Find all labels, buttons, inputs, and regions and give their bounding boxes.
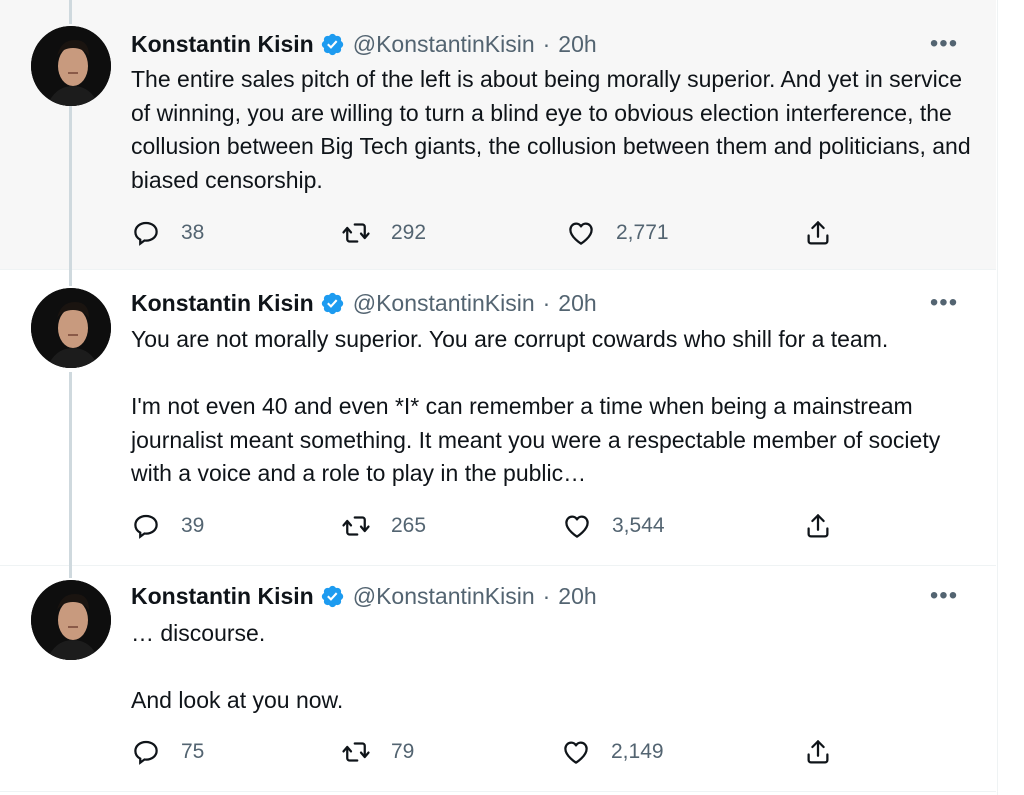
tweet-paragraph: I'm not even 40 and even *I* can remembe… (131, 393, 941, 486)
share-button[interactable] (803, 737, 833, 767)
reply-button[interactable]: 39 (131, 511, 204, 541)
reply-count: 38 (181, 221, 205, 244)
share-button[interactable] (803, 511, 833, 541)
share-button[interactable] (803, 218, 833, 248)
retweet-count: 79 (391, 740, 415, 763)
tweet-1[interactable]: Konstantin Kisin @KonstantinKisin · 20h … (0, 0, 996, 270)
like-button[interactable]: 2,149 (561, 737, 664, 767)
retweet-button[interactable]: 265 (341, 511, 426, 541)
author-name[interactable]: Konstantin Kisin (131, 290, 314, 317)
like-button[interactable]: 3,544 (562, 511, 665, 541)
retweet-button[interactable]: 292 (341, 218, 426, 248)
reply-button[interactable]: 75 (131, 737, 204, 767)
thread-connector (69, 372, 72, 566)
tweet-actions: 75 79 2,149 (131, 737, 851, 767)
tweet-paragraph: … discourse. (131, 620, 266, 646)
like-count: 2,771 (616, 221, 669, 244)
tweet-text: … discourse. And look at you now. (131, 617, 981, 718)
share-icon (803, 511, 833, 541)
tweet-header: Konstantin Kisin @KonstantinKisin · 20h (131, 29, 597, 59)
thread-connector (69, 270, 72, 286)
tweet-actions: 39 265 3,544 (131, 511, 851, 541)
timeline-border (997, 0, 998, 795)
more-icon[interactable]: ••• (926, 32, 962, 64)
retweet-icon (341, 218, 371, 248)
separator-dot: · (542, 582, 551, 609)
thread-connector (69, 106, 72, 270)
reply-icon (131, 737, 161, 767)
tweet-header: Konstantin Kisin @KonstantinKisin · 20h (131, 581, 597, 611)
avatar[interactable] (31, 26, 111, 106)
retweet-count: 292 (391, 221, 427, 244)
tweet-time[interactable]: 20h (558, 31, 596, 58)
more-icon[interactable]: ••• (926, 291, 962, 323)
avatar[interactable] (31, 288, 111, 368)
tweet-actions: 38 292 2,771 (131, 218, 851, 248)
author-name[interactable]: Konstantin Kisin (131, 583, 314, 610)
verified-badge-icon (320, 32, 345, 57)
tweet-time[interactable]: 20h (558, 290, 596, 317)
tweet-3[interactable]: Konstantin Kisin @KonstantinKisin · 20h … (0, 566, 996, 792)
avatar[interactable] (31, 580, 111, 660)
retweet-icon (341, 511, 371, 541)
tweet-paragraph: And look at you now. (131, 687, 344, 713)
tweet-paragraph: You are not morally superior. You are co… (131, 326, 889, 352)
reply-icon (131, 511, 161, 541)
tweet-header: Konstantin Kisin @KonstantinKisin · 20h (131, 288, 597, 318)
tweet-2[interactable]: Konstantin Kisin @KonstantinKisin · 20h … (0, 270, 996, 566)
verified-badge-icon (320, 584, 345, 609)
like-count: 3,544 (612, 514, 665, 537)
author-handle[interactable]: @KonstantinKisin (353, 583, 535, 610)
author-handle[interactable]: @KonstantinKisin (353, 290, 535, 317)
separator-dot: · (542, 30, 551, 57)
heart-icon (562, 511, 592, 541)
retweet-button[interactable]: 79 (341, 737, 414, 767)
retweet-icon (341, 737, 371, 767)
like-count: 2,149 (611, 740, 664, 763)
author-name[interactable]: Konstantin Kisin (131, 31, 314, 58)
reply-count: 75 (181, 740, 205, 763)
thread-connector (69, 0, 72, 24)
tweet-text: The entire sales pitch of the left is ab… (131, 63, 981, 197)
share-icon (803, 737, 833, 767)
share-icon (803, 218, 833, 248)
verified-badge-icon (320, 291, 345, 316)
retweet-count: 265 (391, 514, 427, 537)
thread-connector (69, 566, 72, 578)
reply-button[interactable]: 38 (131, 218, 204, 248)
like-button[interactable]: 2,771 (566, 218, 669, 248)
tweet-thread: Konstantin Kisin @KonstantinKisin · 20h … (0, 0, 1024, 795)
reply-icon (131, 218, 161, 248)
reply-count: 39 (181, 514, 205, 537)
tweet-text: You are not morally superior. You are co… (131, 323, 981, 491)
tweet-time[interactable]: 20h (558, 583, 596, 610)
more-icon[interactable]: ••• (926, 584, 962, 616)
separator-dot: · (542, 289, 551, 316)
heart-icon (566, 218, 596, 248)
tweet-paragraph: The entire sales pitch of the left is ab… (131, 66, 971, 193)
author-handle[interactable]: @KonstantinKisin (353, 31, 535, 58)
heart-icon (561, 737, 591, 767)
